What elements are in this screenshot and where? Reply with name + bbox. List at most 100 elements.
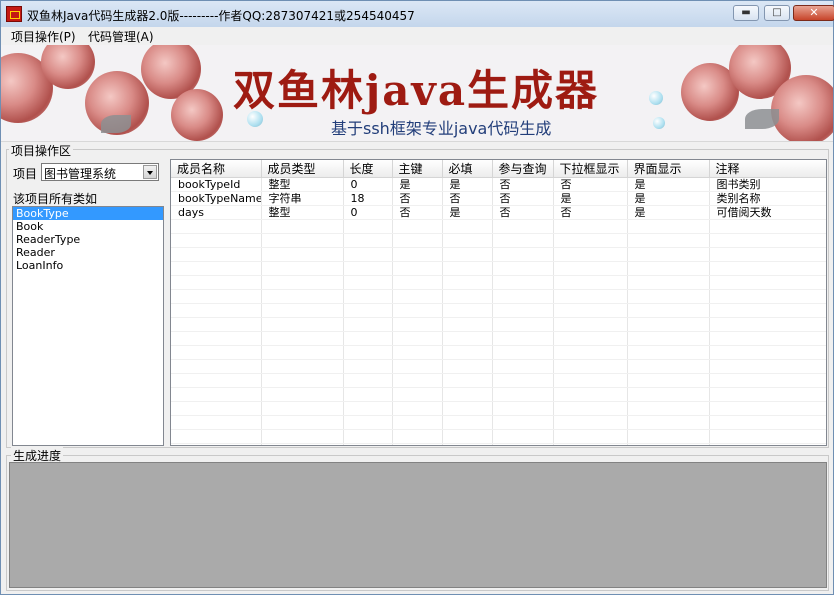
table-cell[interactable] [627, 219, 710, 234]
table-cell[interactable] [553, 317, 628, 332]
table-cell[interactable] [343, 219, 393, 234]
table-cell[interactable] [261, 247, 344, 262]
table-row[interactable] [171, 275, 826, 290]
table-cell[interactable] [171, 429, 262, 444]
table-cell[interactable] [627, 345, 710, 360]
table-cell[interactable] [553, 345, 628, 360]
table-cell[interactable] [343, 261, 393, 276]
table-cell[interactable]: 否 [392, 205, 443, 220]
table-cell[interactable] [492, 429, 554, 444]
table-cell[interactable]: 否 [442, 191, 493, 206]
table-cell[interactable] [553, 289, 628, 304]
table-cell[interactable] [343, 359, 393, 374]
table-cell[interactable] [492, 373, 554, 388]
table-cell[interactable] [442, 317, 493, 332]
table-cell[interactable]: 否 [553, 205, 628, 220]
table-cell[interactable] [343, 415, 393, 430]
menu-code-manage[interactable]: 代码管理(A) [86, 28, 156, 45]
table-cell[interactable] [553, 261, 628, 276]
table-cell[interactable] [261, 317, 344, 332]
table-cell[interactable] [343, 373, 393, 388]
table-row[interactable] [171, 443, 826, 445]
table-cell[interactable] [171, 373, 262, 388]
table-cell[interactable]: 整型 [261, 177, 344, 192]
table-cell[interactable] [627, 289, 710, 304]
table-cell[interactable]: 是 [627, 191, 710, 206]
table-cell[interactable] [261, 429, 344, 444]
table-cell[interactable] [709, 303, 826, 318]
table-cell[interactable] [261, 289, 344, 304]
table-cell[interactable] [492, 359, 554, 374]
table-cell[interactable] [627, 373, 710, 388]
table-cell[interactable] [442, 387, 493, 402]
list-item[interactable]: Reader [13, 246, 163, 259]
fields-table[interactable]: 成员名称 成员类型 长度 主键 必填 参与查询 下拉框显示 界面显示 注释 bo… [170, 159, 827, 446]
table-cell[interactable] [392, 429, 443, 444]
table-cell[interactable] [627, 261, 710, 276]
table-cell[interactable] [392, 289, 443, 304]
table-row[interactable] [171, 233, 826, 248]
table-cell[interactable] [442, 331, 493, 346]
table-cell[interactable] [261, 345, 344, 360]
table-cell[interactable] [442, 401, 493, 416]
table-cell[interactable] [261, 415, 344, 430]
table-cell[interactable] [709, 443, 826, 445]
table-cell[interactable] [261, 219, 344, 234]
table-row[interactable] [171, 387, 826, 402]
table-cell[interactable] [442, 359, 493, 374]
table-cell[interactable]: 是 [392, 177, 443, 192]
list-item[interactable]: Book [13, 220, 163, 233]
table-cell[interactable]: 整型 [261, 205, 344, 220]
close-button[interactable]: ✕ [793, 5, 834, 21]
column-header[interactable]: 长度 [343, 160, 393, 178]
table-cell[interactable] [261, 443, 344, 445]
table-cell[interactable] [392, 261, 443, 276]
table-cell[interactable] [171, 317, 262, 332]
table-cell[interactable] [343, 331, 393, 346]
table-cell[interactable] [171, 415, 262, 430]
table-cell[interactable] [442, 275, 493, 290]
table-cell[interactable] [553, 443, 628, 445]
table-cell[interactable]: 否 [492, 205, 554, 220]
table-cell[interactable] [709, 359, 826, 374]
table-cell[interactable] [261, 373, 344, 388]
table-cell[interactable] [492, 247, 554, 262]
table-cell[interactable] [392, 247, 443, 262]
table-cell[interactable] [343, 345, 393, 360]
table-cell[interactable]: 是 [627, 205, 710, 220]
table-cell[interactable] [492, 261, 554, 276]
table-cell[interactable] [709, 219, 826, 234]
column-header[interactable]: 注释 [709, 160, 826, 178]
table-cell[interactable]: 否 [392, 191, 443, 206]
table-cell[interactable] [553, 429, 628, 444]
table-cell[interactable] [709, 373, 826, 388]
table-cell[interactable] [343, 233, 393, 248]
table-cell[interactable] [442, 219, 493, 234]
table-cell[interactable]: 0 [343, 205, 393, 220]
column-header[interactable]: 成员名称 [171, 160, 262, 178]
table-cell[interactable]: 图书类别 [709, 177, 826, 192]
list-item[interactable]: ReaderType [13, 233, 163, 246]
table-cell[interactable] [627, 317, 710, 332]
table-cell[interactable]: 类别名称 [709, 191, 826, 206]
table-cell[interactable] [709, 401, 826, 416]
table-row[interactable] [171, 359, 826, 374]
table-cell[interactable] [627, 331, 710, 346]
list-item[interactable]: LoanInfo [13, 259, 163, 272]
table-cell[interactable] [343, 317, 393, 332]
table-cell[interactable]: bookTypeId [171, 177, 262, 192]
table-cell[interactable] [553, 247, 628, 262]
table-cell[interactable] [442, 261, 493, 276]
table-cell[interactable] [709, 261, 826, 276]
table-cell[interactable] [392, 317, 443, 332]
table-cell[interactable] [261, 359, 344, 374]
table-cell[interactable] [392, 387, 443, 402]
app-icon[interactable] [6, 6, 22, 22]
class-list[interactable]: BookType Book ReaderType Reader LoanInfo [12, 206, 164, 446]
table-row[interactable]: bookTypeName 字符串 18 否否否是是类别名称 [171, 191, 826, 206]
maximize-button[interactable]: □ [764, 5, 790, 21]
table-cell[interactable] [392, 373, 443, 388]
table-cell[interactable] [627, 443, 710, 445]
table-cell[interactable] [343, 443, 393, 445]
minimize-button[interactable]: ▬ [733, 5, 759, 21]
